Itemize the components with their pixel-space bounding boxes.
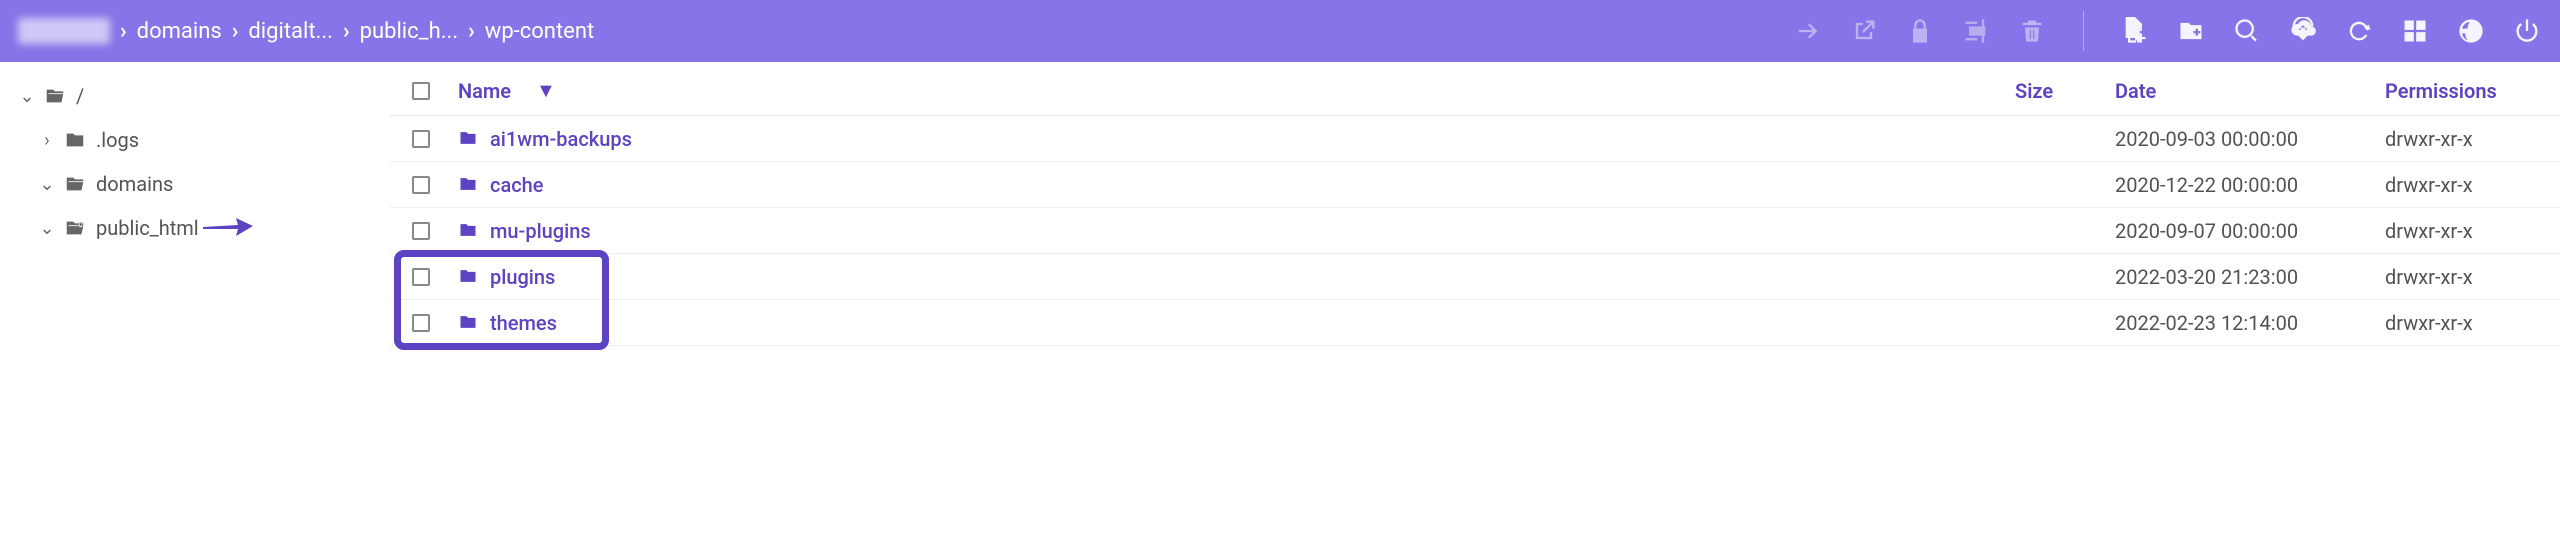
folder-icon	[64, 216, 88, 240]
folder-icon	[458, 220, 480, 242]
column-header-date[interactable]: Date	[2115, 79, 2385, 103]
row-name[interactable]: mu-plugins	[458, 219, 2015, 243]
folder-icon	[458, 266, 480, 288]
tree-item-domains[interactable]: ⌄ domains	[8, 162, 382, 206]
move-icon[interactable]	[1849, 16, 1879, 46]
row-permissions: drwxr-xr-x	[2385, 311, 2560, 335]
upload-icon[interactable]	[2288, 16, 2318, 46]
breadcrumb: › domains › digitalt... › public_h... › …	[18, 18, 1793, 44]
tree-toggle-icon[interactable]: ⌄	[38, 174, 56, 195]
file-row[interactable]: ai1wm-backups 2020-09-03 00:00:00drwxr-xr…	[390, 116, 2560, 162]
file-list-header: Name ▼ Size Date Permissions	[390, 66, 2560, 116]
row-name[interactable]: ai1wm-backups	[458, 127, 2015, 151]
row-permissions: drwxr-xr-x	[2385, 219, 2560, 243]
tree-item-label: domains	[96, 172, 173, 196]
row-name[interactable]: themes	[458, 311, 2015, 335]
tree-item-publichtml[interactable]: ⌄ public_html	[8, 206, 382, 250]
row-permissions: drwxr-xr-x	[2385, 265, 2560, 289]
select-all-checkbox[interactable]	[412, 82, 458, 100]
tree-item-[interactable]: ⌄/	[8, 74, 382, 118]
rename-icon[interactable]	[1961, 16, 1991, 46]
file-row[interactable]: mu-plugins 2020-09-07 00:00:00drwxr-xr-x	[390, 208, 2560, 254]
column-header-size[interactable]: Size	[2015, 79, 2115, 103]
file-list: Name ▼ Size Date Permissions ai1wm-backu…	[390, 62, 2560, 549]
folder-icon	[458, 312, 480, 334]
power-icon[interactable]	[2512, 16, 2542, 46]
lock-icon[interactable]	[1905, 16, 1935, 46]
file-name[interactable]: plugins	[490, 265, 555, 289]
breadcrumb-item[interactable]: domains	[137, 19, 222, 44]
arrow-right-icon[interactable]	[1793, 16, 1823, 46]
row-name[interactable]: plugins	[458, 265, 2015, 289]
row-checkbox[interactable]	[412, 222, 458, 240]
breadcrumb-user-blurred	[18, 18, 110, 44]
tree-item-logs[interactable]: › .logs	[8, 118, 382, 162]
globe-icon[interactable]	[2456, 16, 2486, 46]
folder-tree: ⌄/›.logs⌄domains⌄public_html	[0, 62, 390, 549]
new-file-icon[interactable]	[2120, 16, 2150, 46]
folder-icon	[458, 128, 480, 150]
file-row[interactable]: themes 2022-02-23 12:14:00drwxr-xr-x	[390, 300, 2560, 346]
row-checkbox[interactable]	[412, 268, 458, 286]
annotation-arrow-icon	[198, 212, 253, 247]
search-icon[interactable]	[2232, 16, 2262, 46]
toolbar-separator	[2083, 11, 2084, 51]
tree-item-label: .logs	[96, 128, 139, 152]
row-checkbox[interactable]	[412, 130, 458, 148]
row-name[interactable]: cache	[458, 173, 2015, 197]
row-date: 2020-09-03 00:00:00	[2115, 127, 2385, 151]
chevron-right-icon: ›	[232, 19, 239, 44]
row-checkbox[interactable]	[412, 176, 458, 194]
tree-toggle-icon[interactable]: ›	[38, 130, 56, 151]
folder-icon	[44, 84, 68, 108]
row-checkbox[interactable]	[412, 314, 458, 332]
tree-item-label: public_html	[96, 216, 199, 240]
toolbar: › domains › digitalt... › public_h... › …	[0, 0, 2560, 62]
folder-icon	[64, 128, 88, 152]
file-row[interactable]: cache 2020-12-22 00:00:00drwxr-xr-x	[390, 162, 2560, 208]
grid-view-icon[interactable]	[2400, 16, 2430, 46]
main-panel: ⌄/›.logs⌄domains⌄public_html Name ▼ Size…	[0, 62, 2560, 549]
new-folder-icon[interactable]	[2176, 16, 2206, 46]
toolbar-actions	[1793, 11, 2542, 51]
tree-toggle-icon[interactable]: ⌄	[18, 86, 36, 107]
refresh-icon[interactable]	[2344, 16, 2374, 46]
row-permissions: drwxr-xr-x	[2385, 173, 2560, 197]
breadcrumb-item[interactable]: wp-content	[485, 19, 594, 44]
tree-item-label: /	[76, 84, 84, 108]
row-date: 2020-09-07 00:00:00	[2115, 219, 2385, 243]
file-name[interactable]: ai1wm-backups	[490, 127, 632, 151]
breadcrumb-item[interactable]: public_h...	[360, 19, 459, 44]
row-date: 2022-02-23 12:14:00	[2115, 311, 2385, 335]
folder-icon	[64, 172, 88, 196]
column-header-permissions[interactable]: Permissions	[2385, 79, 2560, 103]
folder-icon	[458, 174, 480, 196]
row-permissions: drwxr-xr-x	[2385, 127, 2560, 151]
file-name[interactable]: mu-plugins	[490, 219, 591, 243]
trash-icon[interactable]	[2017, 16, 2047, 46]
file-name[interactable]: themes	[490, 311, 557, 335]
column-header-name[interactable]: Name ▼	[458, 78, 2015, 103]
breadcrumb-item[interactable]: digitalt...	[248, 19, 333, 44]
row-date: 2022-03-20 21:23:00	[2115, 265, 2385, 289]
file-row[interactable]: plugins 2022-03-20 21:23:00drwxr-xr-x	[390, 254, 2560, 300]
file-name[interactable]: cache	[490, 173, 544, 197]
row-date: 2020-12-22 00:00:00	[2115, 173, 2385, 197]
chevron-right-icon: ›	[120, 19, 127, 44]
tree-toggle-icon[interactable]: ⌄	[38, 218, 56, 239]
chevron-right-icon: ›	[343, 19, 350, 44]
chevron-right-icon: ›	[468, 19, 475, 44]
